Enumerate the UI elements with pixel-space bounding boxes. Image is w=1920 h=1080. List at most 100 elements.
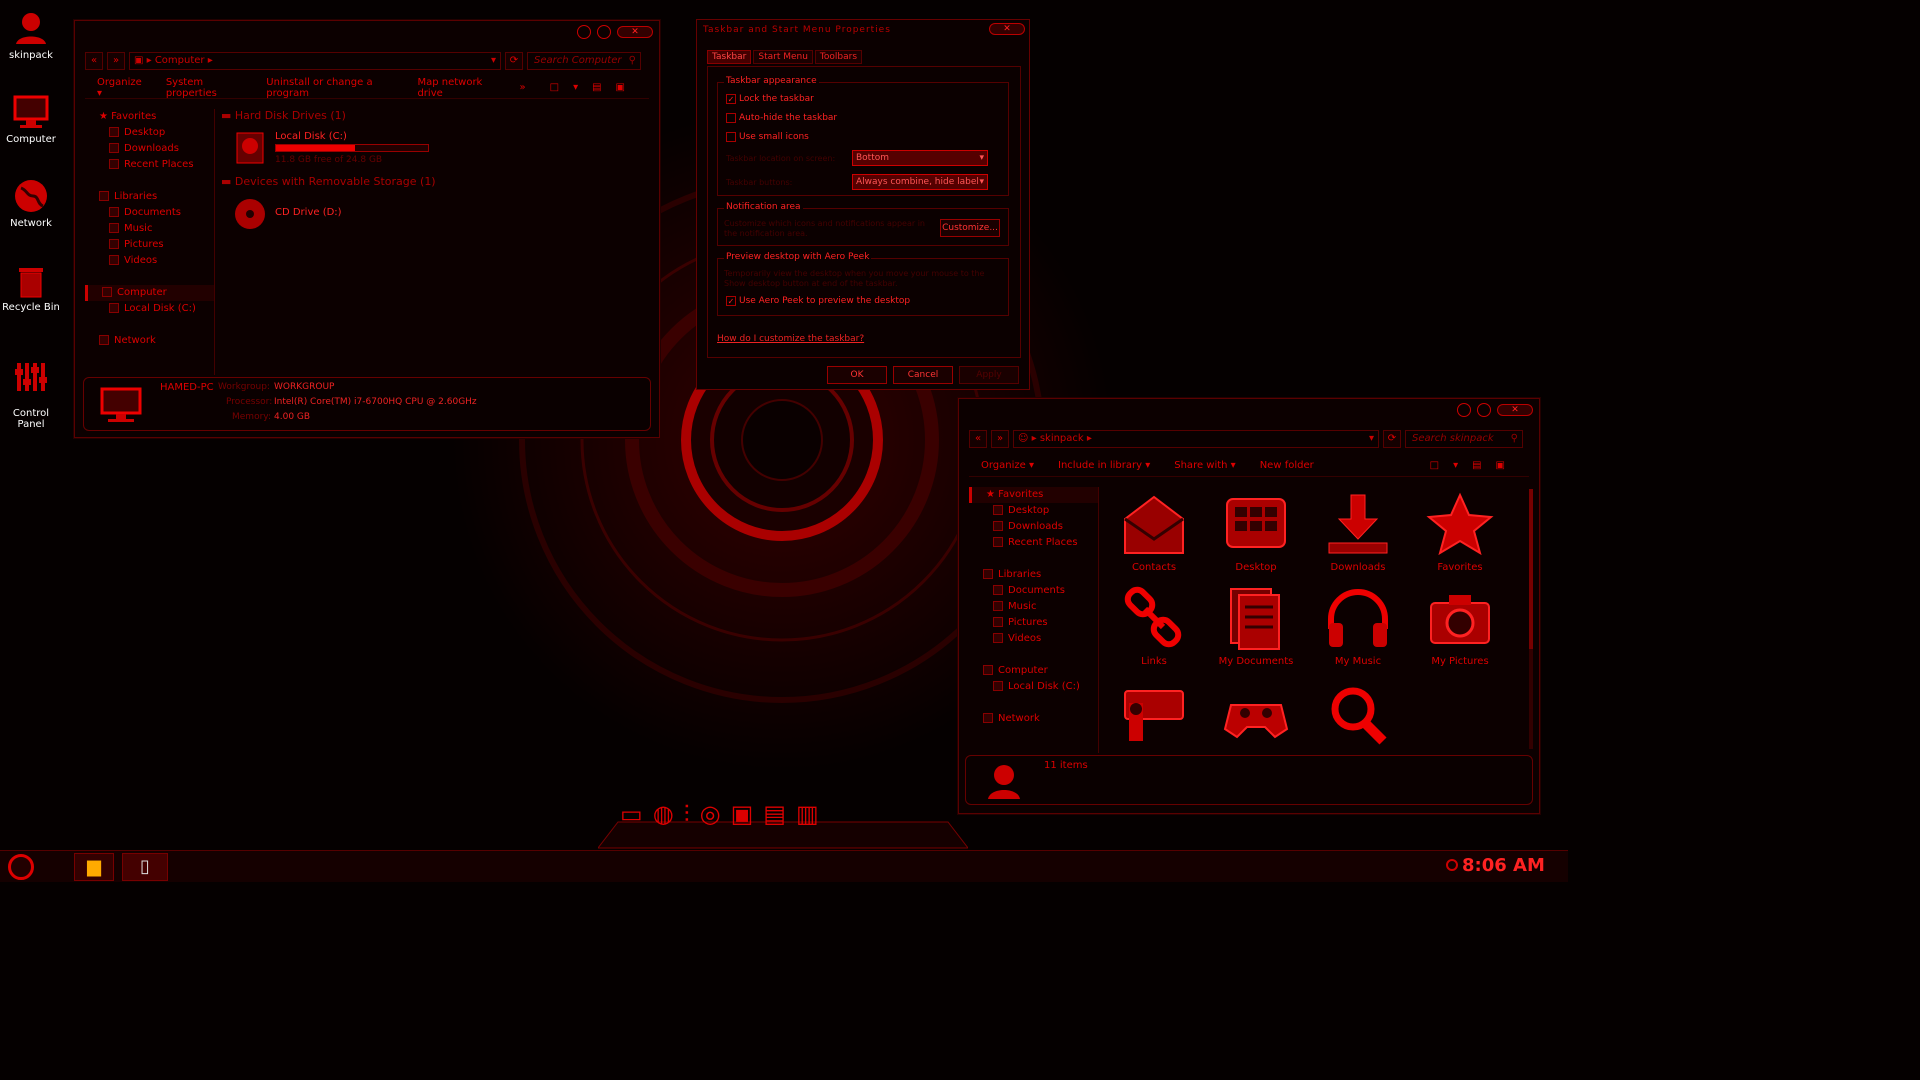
minimize-button[interactable] [1457, 403, 1471, 417]
close-button[interactable]: ✕ [989, 23, 1025, 35]
desktop-icon-control-panel[interactable]: Control Panel [0, 350, 62, 430]
aero-peek-checkbox[interactable]: ✓ Use Aero Peek to preview the desktop [726, 295, 910, 307]
folder-my-videos[interactable] [1109, 681, 1199, 752]
tree-computer[interactable]: Computer [969, 663, 1098, 679]
tree-network[interactable]: Network [85, 333, 214, 349]
drive-c[interactable]: Local Disk (C:) 11.8 GB free of 24.8 GB [233, 131, 433, 169]
customize-button[interactable]: Customize... [940, 219, 1000, 237]
clock[interactable]: 8:06 AM [1462, 855, 1545, 876]
uninstall-button[interactable]: Uninstall or change a program [266, 77, 393, 99]
tree-music[interactable]: Music [85, 221, 214, 237]
chevron-down-icon[interactable]: ▾ [1369, 431, 1374, 447]
refresh-button[interactable]: ⟳ [505, 52, 523, 70]
tree-desktop[interactable]: Desktop [85, 125, 214, 141]
new-folder-button[interactable]: New folder [1260, 460, 1314, 471]
desktop-icon-recycle-bin[interactable]: Recycle Bin [0, 264, 62, 313]
address-bar[interactable]: ☺ ▸ skinpack ▸ ▾ [1013, 430, 1379, 448]
dock-sliders-icon[interactable]: ⫶ [684, 800, 690, 828]
scrollbar-thumb[interactable] [1529, 489, 1533, 649]
chevron-down-icon[interactable]: ▾ [491, 53, 496, 69]
small-icons-checkbox[interactable]: Use small icons [726, 131, 809, 143]
organize-button[interactable]: Organize ▾ [97, 77, 142, 99]
desktop-icon-skinpack[interactable]: skinpack [0, 8, 62, 61]
tab-toolbars[interactable]: Toolbars [814, 50, 863, 64]
maximize-button[interactable] [597, 25, 611, 39]
close-button[interactable]: ✕ [617, 26, 653, 38]
forward-button[interactable]: » [991, 430, 1009, 448]
dock-computer-icon[interactable]: ▭ [620, 800, 643, 828]
tree-computer[interactable]: Computer [85, 285, 214, 301]
tree-desktop[interactable]: Desktop [969, 503, 1098, 519]
folder-contacts[interactable]: Contacts [1109, 491, 1199, 573]
tree-pictures[interactable]: Pictures [85, 237, 214, 253]
tree-videos[interactable]: Videos [969, 631, 1098, 647]
taskbar-properties-dialog[interactable]: Taskbar and Start Menu Properties ✕ Task… [696, 19, 1030, 390]
folder-my-documents[interactable]: My Documents [1211, 585, 1301, 667]
tree-pictures[interactable]: Pictures [969, 615, 1098, 631]
tab-start-menu[interactable]: Start Menu [753, 50, 813, 64]
system-properties-button[interactable]: System properties [166, 77, 242, 99]
folder-downloads[interactable]: Downloads [1313, 491, 1403, 573]
forward-button[interactable]: » [107, 52, 125, 70]
close-button[interactable]: ✕ [1497, 404, 1533, 416]
folder-my-music[interactable]: My Music [1313, 585, 1403, 667]
lock-taskbar-checkbox[interactable]: ✓ Lock the taskbar [726, 93, 814, 105]
back-button[interactable]: « [85, 52, 103, 70]
tree-libraries[interactable]: Libraries [969, 567, 1098, 583]
tree-network[interactable]: Network [969, 711, 1098, 727]
dock-gamepad-icon[interactable]: ◎ [700, 800, 721, 828]
search-input[interactable]: Search Computer ⚲ [527, 52, 641, 70]
tree-downloads[interactable]: Downloads [969, 519, 1098, 535]
tree-videos[interactable]: Videos [85, 253, 214, 269]
back-button[interactable]: « [969, 430, 987, 448]
more-button[interactable]: » [520, 82, 526, 93]
apply-button[interactable]: Apply [959, 366, 1019, 384]
view-buttons[interactable]: □▾▤▣ [550, 82, 639, 93]
view-buttons[interactable]: □▾▤▣ [1430, 460, 1519, 471]
folder-favorites[interactable]: Favorites [1415, 491, 1505, 573]
dock-trash-icon[interactable]: ▥ [796, 800, 819, 828]
tree-local-disk[interactable]: Local Disk (C:) [85, 301, 214, 317]
computer-window[interactable]: ✕ « » ▣ ▸ Computer ▸ ▾ ⟳ Search Computer… [74, 20, 660, 438]
folder-saved-games[interactable] [1211, 681, 1301, 752]
refresh-button[interactable]: ⟳ [1383, 430, 1401, 448]
drive-d[interactable]: CD Drive (D:) [233, 197, 433, 231]
scrollbar[interactable] [1529, 489, 1533, 749]
location-select[interactable]: Bottom ▾ [852, 150, 988, 166]
minimize-button[interactable] [577, 25, 591, 39]
tree-downloads[interactable]: Downloads [85, 141, 214, 157]
group-header-hdd[interactable]: ▬ Hard Disk Drives (1) [221, 109, 346, 122]
dock-globe-icon[interactable]: ◍ [653, 800, 674, 828]
tree-favorites[interactable]: ★ Favorites [969, 487, 1098, 503]
tree-documents[interactable]: Documents [969, 583, 1098, 599]
folder-desktop[interactable]: Desktop [1211, 491, 1301, 573]
tree-favorites[interactable]: ★ Favorites [85, 109, 214, 125]
include-library-button[interactable]: Include in library ▾ [1058, 460, 1150, 471]
folder-links[interactable]: Links [1109, 585, 1199, 667]
help-link[interactable]: How do I customize the taskbar? [717, 334, 864, 344]
maximize-button[interactable] [1477, 403, 1491, 417]
organize-button[interactable]: Organize ▾ [981, 460, 1034, 471]
desktop-icon-computer[interactable]: Computer [0, 94, 62, 145]
tree-recent[interactable]: Recent Places [969, 535, 1098, 551]
search-input[interactable]: Search skinpack ⚲ [1405, 430, 1523, 448]
start-button[interactable] [8, 854, 34, 880]
share-with-button[interactable]: Share with ▾ [1174, 460, 1235, 471]
ok-button[interactable]: OK [827, 366, 887, 384]
skinpack-window[interactable]: ✕ « » ☺ ▸ skinpack ▸ ▾ ⟳ Search skinpack… [958, 398, 1540, 814]
tray-icon[interactable] [1446, 859, 1458, 871]
cancel-button[interactable]: Cancel [893, 366, 953, 384]
tree-recent[interactable]: Recent Places [85, 157, 214, 173]
tree-documents[interactable]: Documents [85, 205, 214, 221]
folder-my-pictures[interactable]: My Pictures [1415, 585, 1505, 667]
autohide-checkbox[interactable]: Auto-hide the taskbar [726, 112, 837, 124]
tree-local-disk[interactable]: Local Disk (C:) [969, 679, 1098, 695]
desktop-icon-network[interactable]: Network [0, 178, 62, 229]
tab-taskbar[interactable]: Taskbar [707, 50, 752, 64]
dock-drive-icon[interactable]: ▣ [731, 800, 754, 828]
explorer-task-button[interactable]: ▆ [74, 853, 114, 881]
tree-music[interactable]: Music [969, 599, 1098, 615]
buttons-select[interactable]: Always combine, hide labels ▾ [852, 174, 988, 190]
map-drive-button[interactable]: Map network drive [417, 77, 495, 99]
folder-searches[interactable] [1313, 681, 1403, 752]
